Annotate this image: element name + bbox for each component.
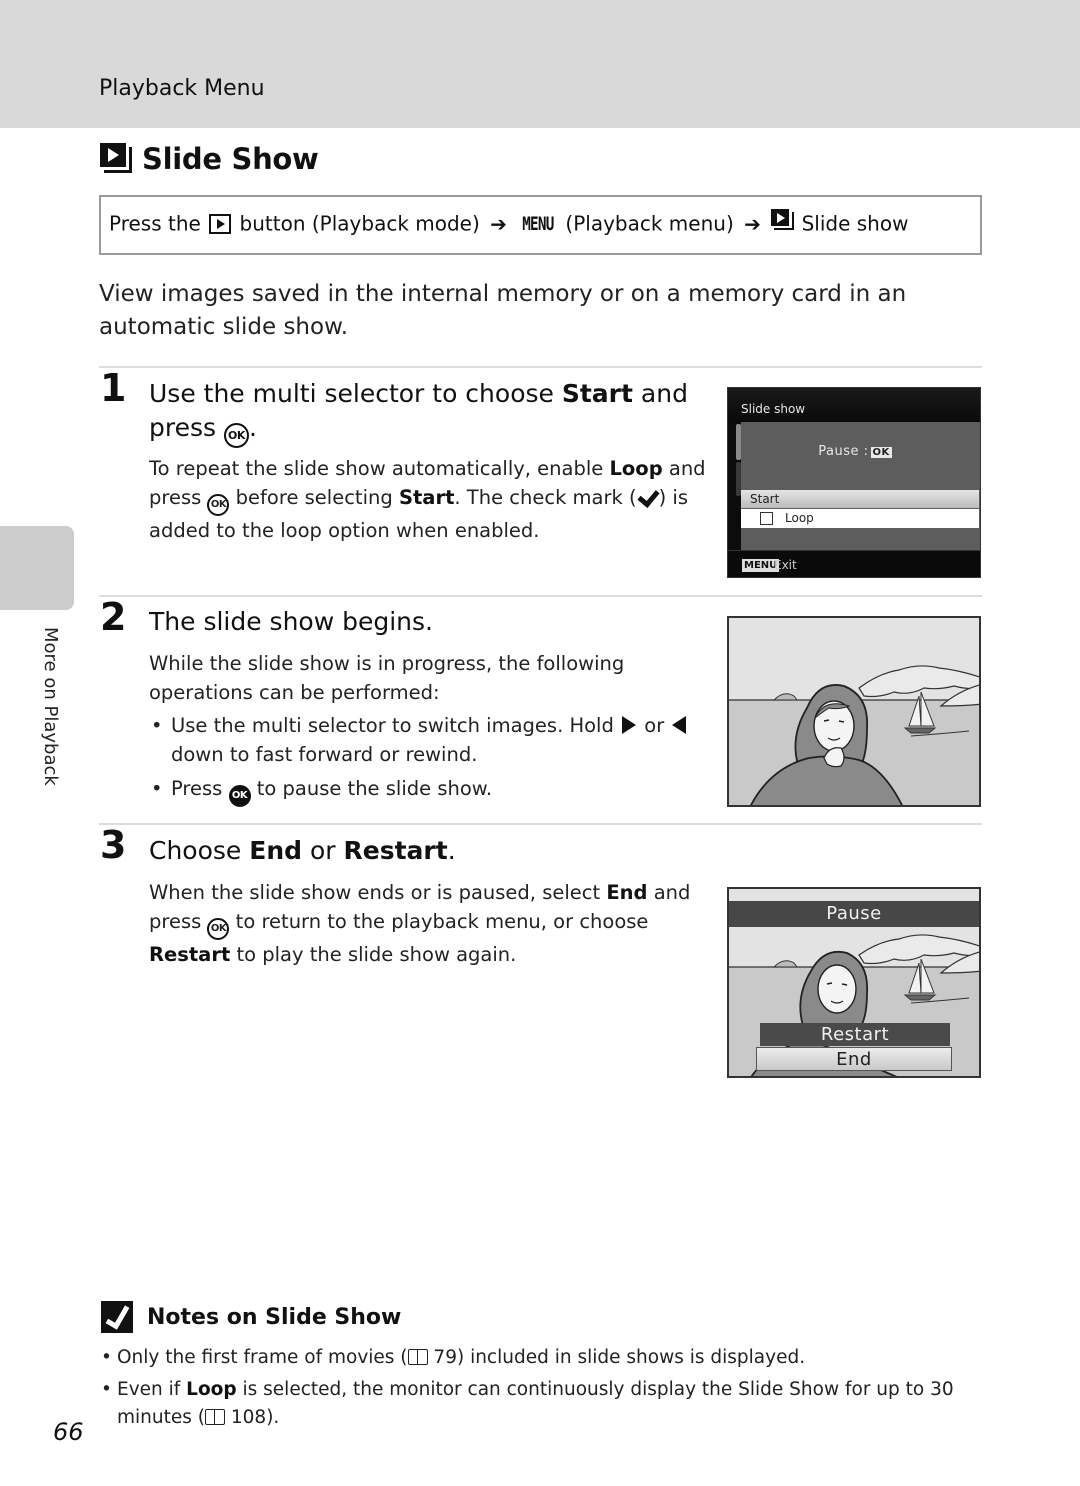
heading-text: or bbox=[302, 836, 344, 865]
page-title-text: Slide Show bbox=[142, 142, 319, 176]
note-bold: Loop bbox=[186, 1379, 237, 1400]
slideshow-icon bbox=[771, 209, 795, 232]
step-body: While the slide show is in progress, the… bbox=[149, 649, 689, 807]
body-text: To repeat the slide show automatically, … bbox=[149, 457, 610, 480]
heading-bold: Restart bbox=[343, 836, 448, 865]
nav-menu-text: (Playback menu) bbox=[565, 211, 734, 236]
notes-title: Notes on Slide Show bbox=[147, 1304, 402, 1330]
nav-button-text: button (Playback mode) bbox=[239, 211, 480, 236]
bullet-text: Use the multi selector to switch images.… bbox=[171, 714, 621, 737]
note-text: ). bbox=[266, 1407, 280, 1428]
slideshow-photo bbox=[729, 618, 979, 805]
ok-button-icon: OK bbox=[228, 785, 251, 807]
operations-list: Use the multi selector to switch images.… bbox=[149, 711, 689, 807]
ok-button-icon: OK bbox=[870, 447, 892, 458]
step-number: 3 bbox=[100, 823, 127, 867]
book-reference-icon bbox=[204, 1409, 225, 1425]
body-bold: Start bbox=[398, 486, 455, 509]
right-arrow-icon bbox=[622, 716, 637, 734]
list-item: Only the first frame of movies ( 79) inc… bbox=[101, 1344, 991, 1372]
body-bold: Loop bbox=[609, 457, 663, 480]
heading-bold: End bbox=[249, 836, 303, 865]
menu-option-start[interactable]: Start bbox=[741, 490, 979, 508]
nav-final-item: Slide show bbox=[801, 211, 909, 236]
step-body: To repeat the slide show automatically, … bbox=[149, 454, 709, 545]
body-bold: End bbox=[606, 881, 648, 904]
arrow-right-icon: ➔ bbox=[744, 211, 761, 236]
heading-text: Use the multi selector to choose bbox=[149, 379, 562, 408]
bullet-text: or bbox=[638, 714, 671, 737]
divider bbox=[99, 366, 982, 368]
check-note-icon bbox=[101, 1301, 133, 1333]
heading-text: Choose bbox=[149, 836, 250, 865]
bullet-text: down to fast forward or rewind. bbox=[171, 743, 478, 766]
step-heading: Use the multi selector to choose Start a… bbox=[149, 377, 689, 448]
menu-option-restart[interactable]: Restart bbox=[760, 1023, 950, 1046]
menu-option-loop[interactable]: Loop bbox=[741, 509, 979, 528]
camera-screen-slideshow-playing bbox=[727, 616, 981, 807]
list-item: Press OK to pause the slide show. bbox=[149, 774, 689, 807]
header-band bbox=[0, 0, 1080, 128]
book-reference-icon bbox=[407, 1349, 428, 1365]
section-label: Playback Menu bbox=[99, 76, 265, 101]
chapter-side-tab[interactable] bbox=[0, 526, 74, 610]
body-bold: Restart bbox=[149, 943, 231, 966]
arrow-right-icon: ➔ bbox=[490, 211, 507, 236]
step-heading: The slide show begins. bbox=[149, 607, 433, 636]
heading-text: . bbox=[447, 836, 456, 865]
chapter-side-label: More on Playback bbox=[40, 627, 61, 786]
camera-screen-pause-menu: Pause Restart End bbox=[727, 887, 981, 1078]
loop-checkbox[interactable] bbox=[760, 512, 773, 525]
left-arrow-icon bbox=[672, 716, 687, 734]
body-text: . The check mark ( bbox=[454, 486, 637, 509]
page-reference[interactable]: 79 bbox=[433, 1347, 457, 1368]
exit-label: Exit bbox=[774, 558, 797, 572]
intro-paragraph: View images saved in the internal memory… bbox=[99, 281, 907, 340]
check-mark-icon bbox=[637, 489, 659, 505]
note-text: Even if bbox=[117, 1379, 187, 1400]
nav-press-the: Press the bbox=[109, 211, 201, 236]
screen-title: Slide show bbox=[741, 402, 806, 416]
bullet-text: Press bbox=[171, 777, 229, 800]
body-text: to return to the playback menu, or choos… bbox=[229, 910, 649, 933]
note-text: ) included in slide shows is displayed. bbox=[456, 1347, 806, 1368]
step-number: 1 bbox=[100, 366, 127, 410]
step-body: When the slide show ends or is paused, s… bbox=[149, 878, 694, 969]
page-title: Slide Show bbox=[100, 142, 319, 176]
menu-option-end[interactable]: End bbox=[756, 1047, 952, 1071]
menu-key-icon: MENU bbox=[522, 212, 555, 235]
ok-button-icon: OK bbox=[207, 918, 230, 940]
note-text: Only the first frame of movies ( bbox=[117, 1347, 408, 1368]
heading-text: . bbox=[248, 413, 257, 442]
pause-hint: Pause : OK bbox=[728, 444, 980, 459]
step-number: 2 bbox=[100, 595, 127, 639]
list-item: Use the multi selector to switch images.… bbox=[149, 711, 689, 769]
list-item: Even if Loop is selected, the monitor ca… bbox=[101, 1376, 991, 1432]
bullet-text: to pause the slide show. bbox=[250, 777, 493, 800]
loop-label: Loop bbox=[785, 511, 814, 525]
page-number: 66 bbox=[53, 1418, 84, 1446]
body-text: to play the slide show again. bbox=[230, 943, 517, 966]
body-text: While the slide show is in progress, the… bbox=[149, 652, 625, 704]
step-heading: Choose End or Restart. bbox=[149, 834, 456, 868]
camera-screen-slideshow-menu: Slide show Pause : OK Start Loop MENU Exi… bbox=[727, 387, 981, 578]
ok-button-icon: OK bbox=[207, 494, 230, 516]
notes-list: Only the first frame of movies ( 79) inc… bbox=[101, 1344, 991, 1436]
pause-title-bar: Pause bbox=[729, 901, 979, 927]
ok-button-icon: OK bbox=[223, 423, 249, 448]
navigation-path-box: Press the button (Playback mode) ➔ MENU … bbox=[99, 195, 982, 255]
divider bbox=[99, 823, 982, 825]
pause-hint-text: Pause : bbox=[818, 444, 869, 459]
heading-bold: Start bbox=[561, 379, 633, 408]
screen-panel bbox=[741, 422, 980, 550]
screen-bottom-bar: MENU Exit bbox=[728, 550, 980, 577]
body-text: before selecting bbox=[229, 486, 399, 509]
body-text: When the slide show ends or is paused, s… bbox=[149, 881, 607, 904]
notes-heading: Notes on Slide Show bbox=[101, 1301, 401, 1333]
divider bbox=[99, 595, 982, 597]
page-reference[interactable]: 108 bbox=[231, 1407, 266, 1428]
slideshow-icon bbox=[100, 143, 134, 175]
playback-button-icon bbox=[209, 213, 232, 234]
